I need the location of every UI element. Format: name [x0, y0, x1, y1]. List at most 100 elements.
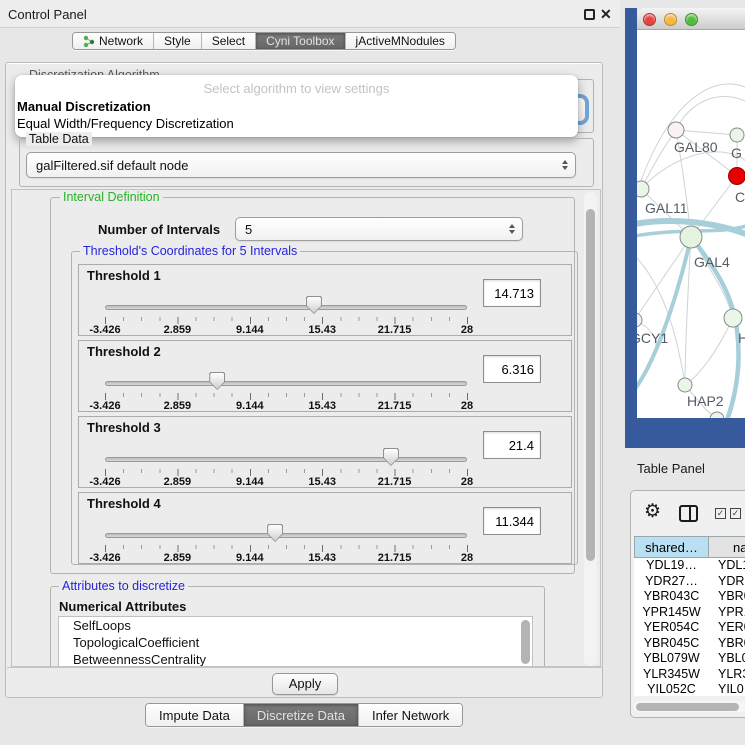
float-window-icon[interactable]	[584, 9, 595, 20]
slider-track	[105, 533, 467, 538]
tab-cyni-toolbox[interactable]: Cyni Toolbox	[256, 33, 345, 49]
thresholds-group: Threshold's Coordinates for 5 Intervals …	[71, 251, 578, 565]
tab-network[interactable]: Network	[73, 33, 154, 49]
slider-thumb[interactable]	[209, 372, 225, 390]
numerical-attributes-list[interactable]: SelfLoops TopologicalCoefficient Between…	[58, 616, 533, 667]
tab-jactivemnodules[interactable]: jActiveMNodules	[346, 33, 455, 49]
threshold-4-panel: Threshold 4 -3.4262.859 9.14415.43 21.71…	[78, 492, 572, 564]
network-window-titlebar	[637, 8, 745, 30]
network-view-canvas[interactable]: GAL80 G C GAL11 GAL4 GCY1 H HAP2	[637, 30, 745, 418]
list-scrollbar[interactable]	[521, 620, 530, 664]
checkbox-icon[interactable]: ✓	[730, 508, 741, 519]
list-item[interactable]: TopologicalCoefficient	[59, 634, 532, 651]
zoom-traffic-light[interactable]	[685, 13, 698, 26]
threshold-3-value-field[interactable]: 21.4	[483, 431, 541, 459]
footer-divider	[7, 667, 603, 668]
table-body[interactable]: YDL19…YDL1 YDR27…YDR2 YBR043CYBR0 YPR145…	[634, 558, 745, 696]
table-row[interactable]: YBL079WYBL0	[634, 651, 745, 667]
threshold-4-label: Threshold 4	[87, 496, 161, 511]
popup-option-manual-discretization[interactable]: Manual Discretization	[17, 99, 151, 114]
network-icon	[83, 35, 95, 48]
node-gcy1[interactable]	[637, 313, 642, 327]
node-partial-top-right[interactable]	[730, 128, 744, 142]
threshold-4-slider[interactable]: -3.4262.859 9.14415.43 21.71528	[105, 519, 467, 563]
number-of-intervals-combobox[interactable]: 5	[235, 217, 523, 241]
table-row[interactable]: YBR043CYBR0	[634, 589, 745, 605]
column-header-shared[interactable]: shared…	[634, 536, 709, 558]
threshold-3-label: Threshold 3	[87, 420, 161, 435]
threshold-4-value-field[interactable]: 11.344	[483, 507, 541, 535]
table-row[interactable]: YBR045CYBR0	[634, 636, 745, 652]
node-label-gal4: GAL4	[694, 254, 730, 270]
scrollbar-thumb[interactable]	[586, 209, 595, 561]
network-window-frame-bottom	[625, 418, 745, 448]
thresholds-group-label: Threshold's Coordinates for 5 Intervals	[80, 244, 300, 258]
minimize-traffic-light[interactable]	[664, 13, 677, 26]
node-h[interactable]	[724, 309, 742, 327]
algorithm-dropdown-popup: Select algorithm to view settings Manual…	[15, 75, 578, 137]
node-gal11[interactable]	[637, 181, 649, 197]
threshold-1-slider[interactable]: -3.4262.859 9.14415.43 21.71528	[105, 291, 467, 335]
node-label-h: H	[738, 330, 745, 346]
settings-scroll-area: Interval Definition Number of Intervals …	[11, 189, 601, 667]
table-data-label: Table Data	[26, 132, 92, 146]
column-header-name[interactable]: na	[709, 536, 745, 558]
table-row[interactable]: YDL19…YDL1	[634, 558, 745, 574]
settings-scrollbar[interactable]	[584, 192, 597, 666]
slider-thumb[interactable]	[267, 524, 283, 542]
table-header-row: shared… na	[634, 536, 745, 558]
node-label-gcy1: GCY1	[637, 330, 668, 346]
gear-icon[interactable]: ⚙	[644, 500, 661, 523]
popup-option-equal-width-frequency[interactable]: Equal Width/Frequency Discretization	[17, 116, 234, 131]
split-column-icon[interactable]	[679, 505, 698, 522]
node-gal80[interactable]	[668, 122, 684, 138]
table-panel-title: Table Panel	[637, 461, 705, 476]
table-row[interactable]: YIL052CYIL0	[634, 682, 745, 696]
checkbox-icon[interactable]: ✓	[715, 508, 726, 519]
threshold-1-value-field[interactable]: 14.713	[483, 279, 541, 307]
table-row[interactable]: YPR145WYPR1	[634, 605, 745, 621]
tab-style[interactable]: Style	[154, 33, 202, 49]
table-horizontal-scrollbar[interactable]	[634, 701, 745, 712]
threshold-1-label: Threshold 1	[87, 268, 161, 283]
threshold-3-slider[interactable]: -3.4262.859 9.14415.43 21.71528	[105, 443, 467, 487]
interval-definition-label: Interval Definition	[60, 190, 163, 204]
list-item[interactable]: SelfLoops	[59, 617, 532, 634]
node-label-gal11: GAL11	[645, 200, 688, 216]
close-traffic-light[interactable]	[643, 13, 656, 26]
table-row[interactable]: YLR345WYLR3	[634, 667, 745, 683]
threshold-2-slider[interactable]: -3.4262.859 9.14415.43 21.71528	[105, 367, 467, 411]
control-panel-titlebar: Control Panel ✕	[0, 0, 620, 28]
slider-thumb[interactable]	[383, 448, 399, 466]
attributes-group-label: Attributes to discretize	[59, 579, 188, 593]
threshold-2-value-field[interactable]: 6.316	[483, 355, 541, 383]
tab-infer-network[interactable]: Infer Network	[359, 704, 462, 726]
tab-impute-data[interactable]: Impute Data	[146, 704, 244, 726]
node-label-gal80: GAL80	[674, 139, 718, 155]
node-hap2[interactable]	[678, 378, 692, 392]
node-label-partial-g: G	[731, 145, 742, 161]
slider-track	[105, 381, 467, 386]
bottom-tab-bar: Impute Data Discretize Data Infer Networ…	[145, 703, 463, 727]
threshold-3-panel: Threshold 3 -3.4262.859 9.14415.43 21.71…	[78, 416, 572, 488]
slider-track	[105, 457, 467, 462]
scrollbar-thumb[interactable]	[636, 703, 739, 711]
slider-thumb[interactable]	[306, 296, 322, 314]
tab-select[interactable]: Select	[202, 33, 256, 49]
panel-title: Control Panel	[8, 7, 87, 22]
interval-definition-group: Interval Definition Number of Intervals …	[50, 197, 575, 574]
node-label-partial-c: C	[735, 189, 745, 205]
table-row[interactable]: YDR27…YDR2	[634, 574, 745, 590]
table-data-combobox[interactable]: galFiltered.sif default node	[26, 152, 576, 178]
table-panel: ⚙ ✓ ✓ shared… na YDL19…YDL1 YDR27…YDR2 Y…	[630, 490, 745, 718]
list-item[interactable]: BetweennessCentrality	[59, 651, 532, 667]
attributes-group: Attributes to discretize Numerical Attri…	[50, 586, 545, 667]
threshold-2-panel: Threshold 2 -3.4262.859 9.14415.43 21.71…	[78, 340, 572, 412]
tab-discretize-data[interactable]: Discretize Data	[244, 704, 359, 726]
table-row[interactable]: YER054CYER0	[634, 620, 745, 636]
apply-button[interactable]: Apply	[272, 673, 338, 695]
node-gal4[interactable]	[680, 226, 702, 248]
threshold-2-label: Threshold 2	[87, 344, 161, 359]
close-icon[interactable]: ✕	[600, 6, 612, 23]
node-selected-red[interactable]	[729, 168, 745, 185]
